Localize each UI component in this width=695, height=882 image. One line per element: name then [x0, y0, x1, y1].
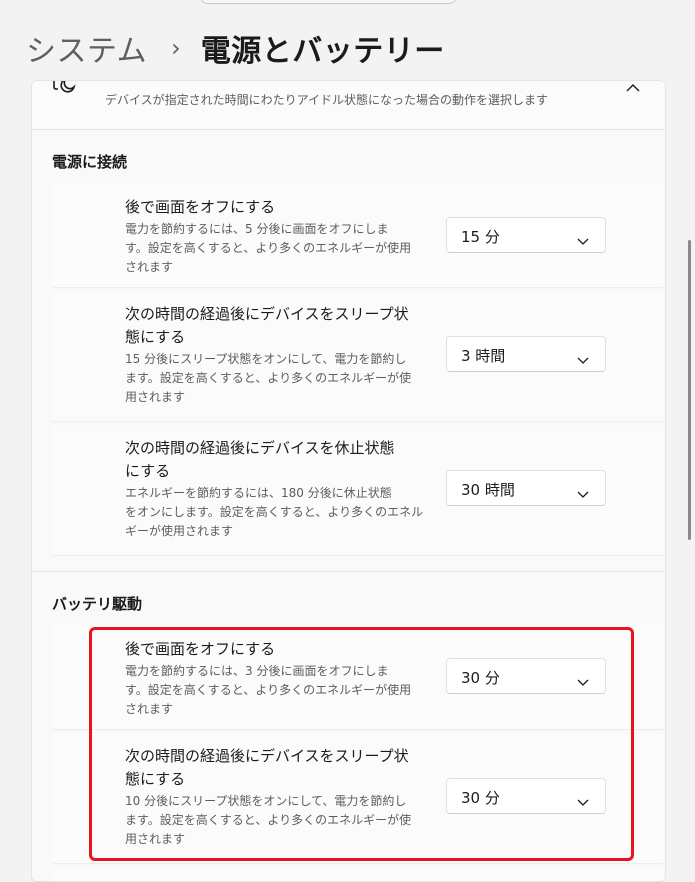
setting-title-line: 次の時間の経過後にデバイスを休止状態: [125, 439, 395, 457]
setting-description: 電力を節約するには、3 分後に画面をオフにします。設定を高くすると、より多くのエ…: [125, 662, 425, 719]
chevron-up-icon[interactable]: [624, 81, 642, 95]
setting-desc-line: 電力を節約するには、3 分後に画面をオフにしま: [125, 664, 389, 678]
setting-row: 次の時間の経過後にデバイスをスリープ状 態にする 15 分後にスリープ状態をオンに…: [52, 291, 664, 422]
setting-description: 10 分後にスリープ状態をオンにして、電力を節約し ます。設定を高くすると、より多…: [125, 792, 425, 849]
setting-description: 15 分後にスリープ状態をオンにして、電力を節約し ます。設定を高くすると、より多…: [125, 350, 425, 407]
setting-title: 次の時間の経過後にデバイスをスリープ状 態にする: [125, 303, 425, 349]
setting-title: 次の時間の経過後にデバイスをスリープ状 態にする: [125, 745, 425, 791]
sleep-battery-dropdown[interactable]: 30 分: [446, 778, 606, 814]
setting-title-line: 態にする: [125, 328, 186, 346]
setting-title-line: にする: [125, 462, 171, 480]
setting-desc-line: 15 分後にスリープ状態をオンにして、電力を節約し: [125, 352, 407, 366]
chevron-down-icon: [577, 672, 589, 686]
setting-row: 次の時間の経過後にデバイスを休止状態 にする エネルギーを節約するには、180 分…: [52, 425, 664, 556]
chevron-down-icon: [577, 350, 589, 364]
chevron-down-icon: [577, 792, 589, 806]
window-top-edge: [200, 0, 457, 4]
setting-title-line: 次の時間の経過後にデバイスをスリープ状: [125, 747, 409, 765]
setting-title: 後で画面をオフにする: [125, 638, 425, 661]
setting-row: 次の時間の経過後にデバイスをスリープ状 態にする 10 分後にスリープ状態をオンに…: [52, 733, 664, 864]
screen-sleep-settings-card: デバイスが指定された時間にわたりアイドル状態になった場合の動作を選択します 電源…: [31, 80, 666, 882]
dropdown-value: 30 分: [461, 669, 500, 687]
setting-desc-line: 用されます: [125, 832, 186, 846]
setting-desc-line: す。設定を高くすると、より多くのエネルギーが使用: [125, 683, 412, 697]
dropdown-value: 3 時間: [461, 347, 506, 365]
setting-desc-line: す。設定を高くすると、より多くのエネルギーが使用: [125, 241, 412, 255]
breadcrumb: システム › 電源とバッテリー: [26, 26, 445, 70]
setting-description: エネルギーを節約するには、180 分後に休止状態をオンにします。設定を高くすると…: [125, 484, 425, 541]
expander-description: デバイスが指定された時間にわたりアイドル状態になった場合の動作を選択します: [105, 93, 549, 107]
page-title: 電源とバッテリー: [200, 34, 445, 69]
setting-title: 次の時間の経過後にデバイスを休止状態 にする: [125, 437, 425, 483]
setting-title: 後で画面をオフにする: [125, 196, 425, 219]
setting-row: 後で画面をオフにする 電力を節約するには、5 分後に画面をオフにします。設定を高…: [52, 182, 664, 288]
setting-text: 次の時間の経過後にデバイスをスリープ状 態にする 15 分後にスリープ状態をオンに…: [125, 303, 425, 407]
screen-off-battery-dropdown[interactable]: 30 分: [446, 658, 606, 694]
scrollbar-thumb[interactable]: [688, 240, 691, 540]
setting-desc-line: 電力を節約するには、5 分後に画面をオフにしま: [125, 222, 389, 236]
setting-text: 次の時間の経過後にデバイスをスリープ状 態にする 10 分後にスリープ状態をオンに…: [125, 745, 425, 849]
setting-desc-line: をオンにします。設定を高くすると、より多くのエネル: [125, 505, 424, 519]
setting-text: 後で画面をオフにする 電力を節約するには、3 分後に画面をオフにします。設定を高…: [125, 638, 425, 719]
dropdown-value: 30 分: [461, 789, 500, 807]
section-divider: [32, 571, 665, 572]
section-title-on-battery: バッテリ駆動: [52, 595, 143, 613]
setting-desc-line: ます。設定を高くすると、より多くのエネルギーが使: [125, 371, 412, 385]
expander-header[interactable]: デバイスが指定された時間にわたりアイドル状態になった場合の動作を選択します: [32, 81, 665, 130]
screen-off-plugged-dropdown[interactable]: 15 分: [446, 217, 606, 253]
setting-title-line: 態にする: [125, 770, 186, 788]
setting-text: 後で画面をオフにする 電力を節約するには、5 分後に画面をオフにします。設定を高…: [125, 196, 425, 277]
dropdown-value: 15 分: [461, 228, 500, 246]
breadcrumb-parent-link[interactable]: システム: [26, 26, 147, 70]
setting-row-partial: [52, 867, 664, 881]
setting-text: 次の時間の経過後にデバイスを休止状態 にする エネルギーを節約するには、180 分…: [125, 437, 425, 541]
setting-row: 後で画面をオフにする 電力を節約するには、3 分後に画面をオフにします。設定を高…: [52, 624, 664, 730]
setting-desc-line: されます: [125, 702, 174, 716]
setting-desc-line: エネルギーを節約するには、180 分後に休止状態: [125, 486, 392, 500]
setting-desc-line: 10 分後にスリープ状態をオンにして、電力を節約し: [125, 794, 407, 808]
setting-title-line: 後で画面をオフにする: [125, 640, 276, 658]
chevron-down-icon: [577, 484, 589, 498]
setting-title-line: 後で画面をオフにする: [125, 198, 276, 216]
dropdown-value: 30 時間: [461, 481, 515, 499]
setting-desc-line: 用されます: [125, 390, 186, 404]
moon-icon: [50, 81, 80, 105]
setting-title-line: 次の時間の経過後にデバイスをスリープ状: [125, 305, 409, 323]
setting-desc-line: ギーが使用されます: [125, 524, 234, 538]
breadcrumb-separator: ›: [171, 34, 181, 62]
chevron-down-icon: [577, 231, 589, 245]
hibernate-plugged-dropdown[interactable]: 30 時間: [446, 470, 606, 506]
setting-desc-line: されます: [125, 260, 174, 274]
section-title-plugged-in: 電源に接続: [52, 153, 128, 171]
setting-description: 電力を節約するには、5 分後に画面をオフにします。設定を高くすると、より多くのエ…: [125, 220, 425, 277]
setting-desc-line: ます。設定を高くすると、より多くのエネルギーが使: [125, 813, 412, 827]
sleep-plugged-dropdown[interactable]: 3 時間: [446, 336, 606, 372]
